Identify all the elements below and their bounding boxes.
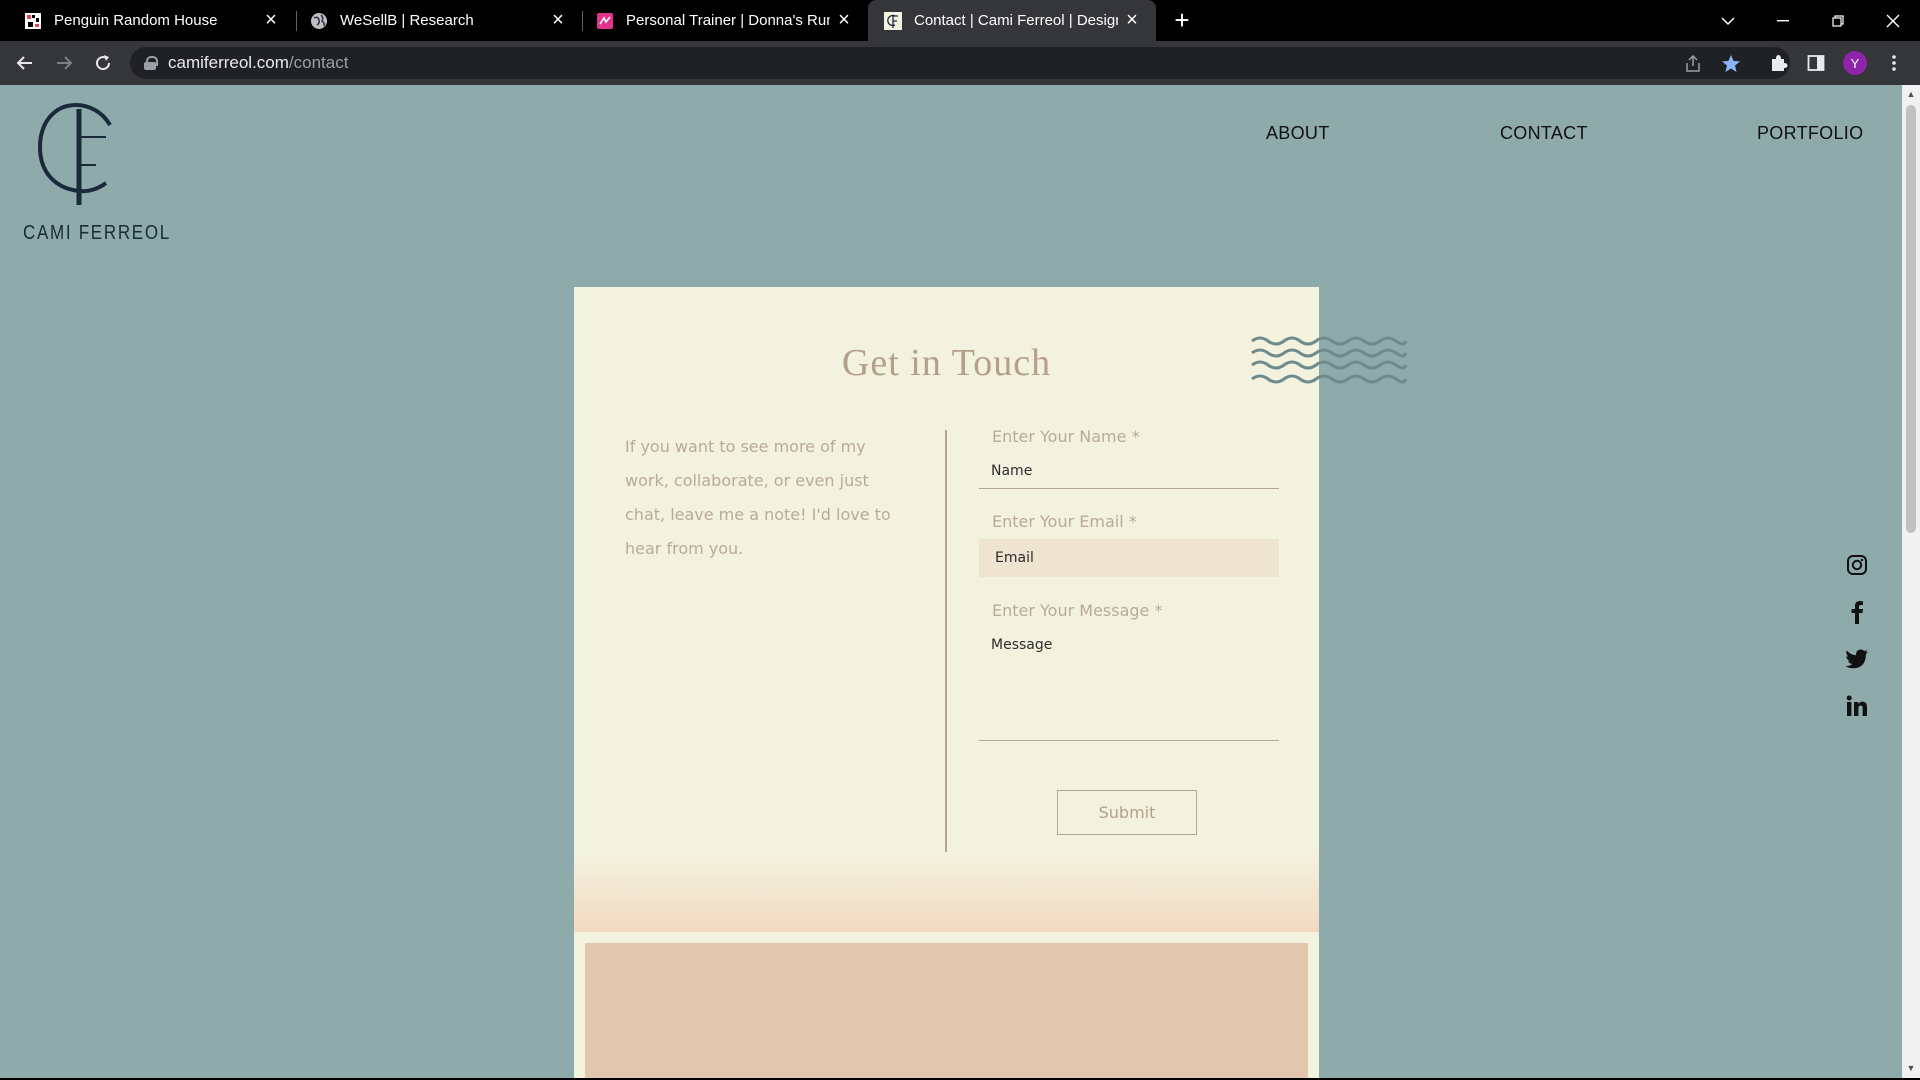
name-field-label: Enter Your Name * — [992, 427, 1140, 446]
scroll-up-icon[interactable]: ▲ — [1906, 89, 1916, 99]
url-path: /contact — [288, 53, 349, 72]
trainer-icon — [596, 12, 614, 30]
forward-arrow-icon — [57, 56, 73, 70]
instagram-icon[interactable] — [1844, 552, 1870, 578]
penguin-icon — [24, 12, 42, 30]
tab-wesellb-research[interactable]: WeSellB | Research × — [286, 0, 582, 41]
vertical-divider — [945, 430, 947, 852]
contact-card: Get in Touch If you want to see more of … — [574, 287, 1319, 1078]
extensions-puzzle-icon[interactable] — [1767, 52, 1789, 74]
page-title: Get in Touch — [841, 342, 1052, 384]
card-shadow-band — [574, 852, 1319, 932]
submit-button[interactable]: Submit — [1057, 790, 1197, 835]
webpage: CAMI FERREOL ABOUT CONTACT PORTFOLIO Get… — [0, 85, 1902, 1078]
tab-contact-cami-ferreol[interactable]: Contact | Cami Ferreol | Designer × — [868, 0, 1156, 41]
new-tab-button[interactable]: + — [1168, 5, 1196, 35]
footer-color-block — [585, 943, 1308, 1078]
close-window-button[interactable] — [1870, 0, 1916, 41]
nav-contact[interactable]: CONTACT — [1500, 123, 1588, 144]
decorative-waves — [1251, 336, 1408, 384]
intro-text: If you want to see more of my work, coll… — [625, 437, 891, 558]
browser-toolbar: camiferreol.com/contact — [0, 41, 1920, 85]
tab-personal-trainer[interactable]: Personal Trainer | Donna's Runnir × — [572, 0, 868, 41]
side-panel-icon[interactable] — [1805, 52, 1827, 74]
profile-avatar[interactable]: Y — [1843, 51, 1867, 75]
page-scrollbar[interactable]: ▲ ▼ — [1902, 85, 1920, 1078]
share-icon[interactable] — [1682, 53, 1704, 75]
twitter-icon[interactable] — [1844, 646, 1870, 672]
message-textarea[interactable]: Message — [979, 627, 1279, 741]
lock-icon[interactable] — [144, 56, 158, 70]
cf-monogram-logo[interactable] — [22, 101, 152, 237]
nav-about[interactable]: ABOUT — [1266, 123, 1330, 144]
reload-button[interactable] — [88, 48, 118, 78]
message-field-label: Enter Your Message * — [992, 601, 1163, 620]
name-input[interactable]: Name — [979, 454, 1279, 489]
close-icon[interactable]: × — [257, 7, 285, 35]
kebab-menu-icon[interactable] — [1883, 52, 1905, 74]
email-input[interactable]: Email — [979, 539, 1279, 577]
facebook-icon[interactable] — [1844, 599, 1870, 625]
back-arrow-icon — [16, 56, 32, 70]
tab-bar: Penguin Random House × WeSellB | Researc… — [0, 0, 1920, 41]
nav-portfolio[interactable]: PORTFOLIO — [1757, 123, 1863, 144]
email-field-label: Enter Your Email * — [992, 512, 1137, 531]
restore-button[interactable] — [1815, 0, 1861, 41]
brand-name[interactable]: CAMI FERREOL — [23, 222, 171, 245]
tab-title: Contact | Cami Ferreol | Designer — [914, 12, 1118, 29]
tab-search-icon[interactable] — [1705, 0, 1751, 41]
minimize-button[interactable] — [1760, 0, 1806, 41]
forward-button[interactable] — [49, 48, 79, 78]
bookmark-star-icon[interactable] — [1720, 53, 1742, 75]
tab-title: Personal Trainer | Donna's Runnir — [626, 12, 830, 29]
scroll-down-icon[interactable]: ▼ — [1906, 1063, 1916, 1073]
globe-icon — [310, 12, 328, 30]
reload-icon — [96, 55, 111, 71]
tab-title: Penguin Random House — [54, 12, 218, 29]
address-bar[interactable]: camiferreol.com/contact — [130, 47, 1790, 79]
close-icon[interactable]: × — [1118, 7, 1146, 35]
url-host: camiferreol.com — [168, 53, 289, 72]
linkedin-icon[interactable] — [1844, 693, 1870, 719]
scroll-thumb[interactable] — [1906, 105, 1916, 533]
back-button[interactable] — [10, 48, 40, 78]
tab-penguin-random-house[interactable]: Penguin Random House × — [0, 0, 295, 41]
cf-logo-icon — [884, 11, 902, 30]
close-icon[interactable]: × — [544, 7, 572, 35]
tab-title: WeSellB | Research — [340, 12, 474, 29]
close-icon[interactable]: × — [830, 7, 858, 35]
